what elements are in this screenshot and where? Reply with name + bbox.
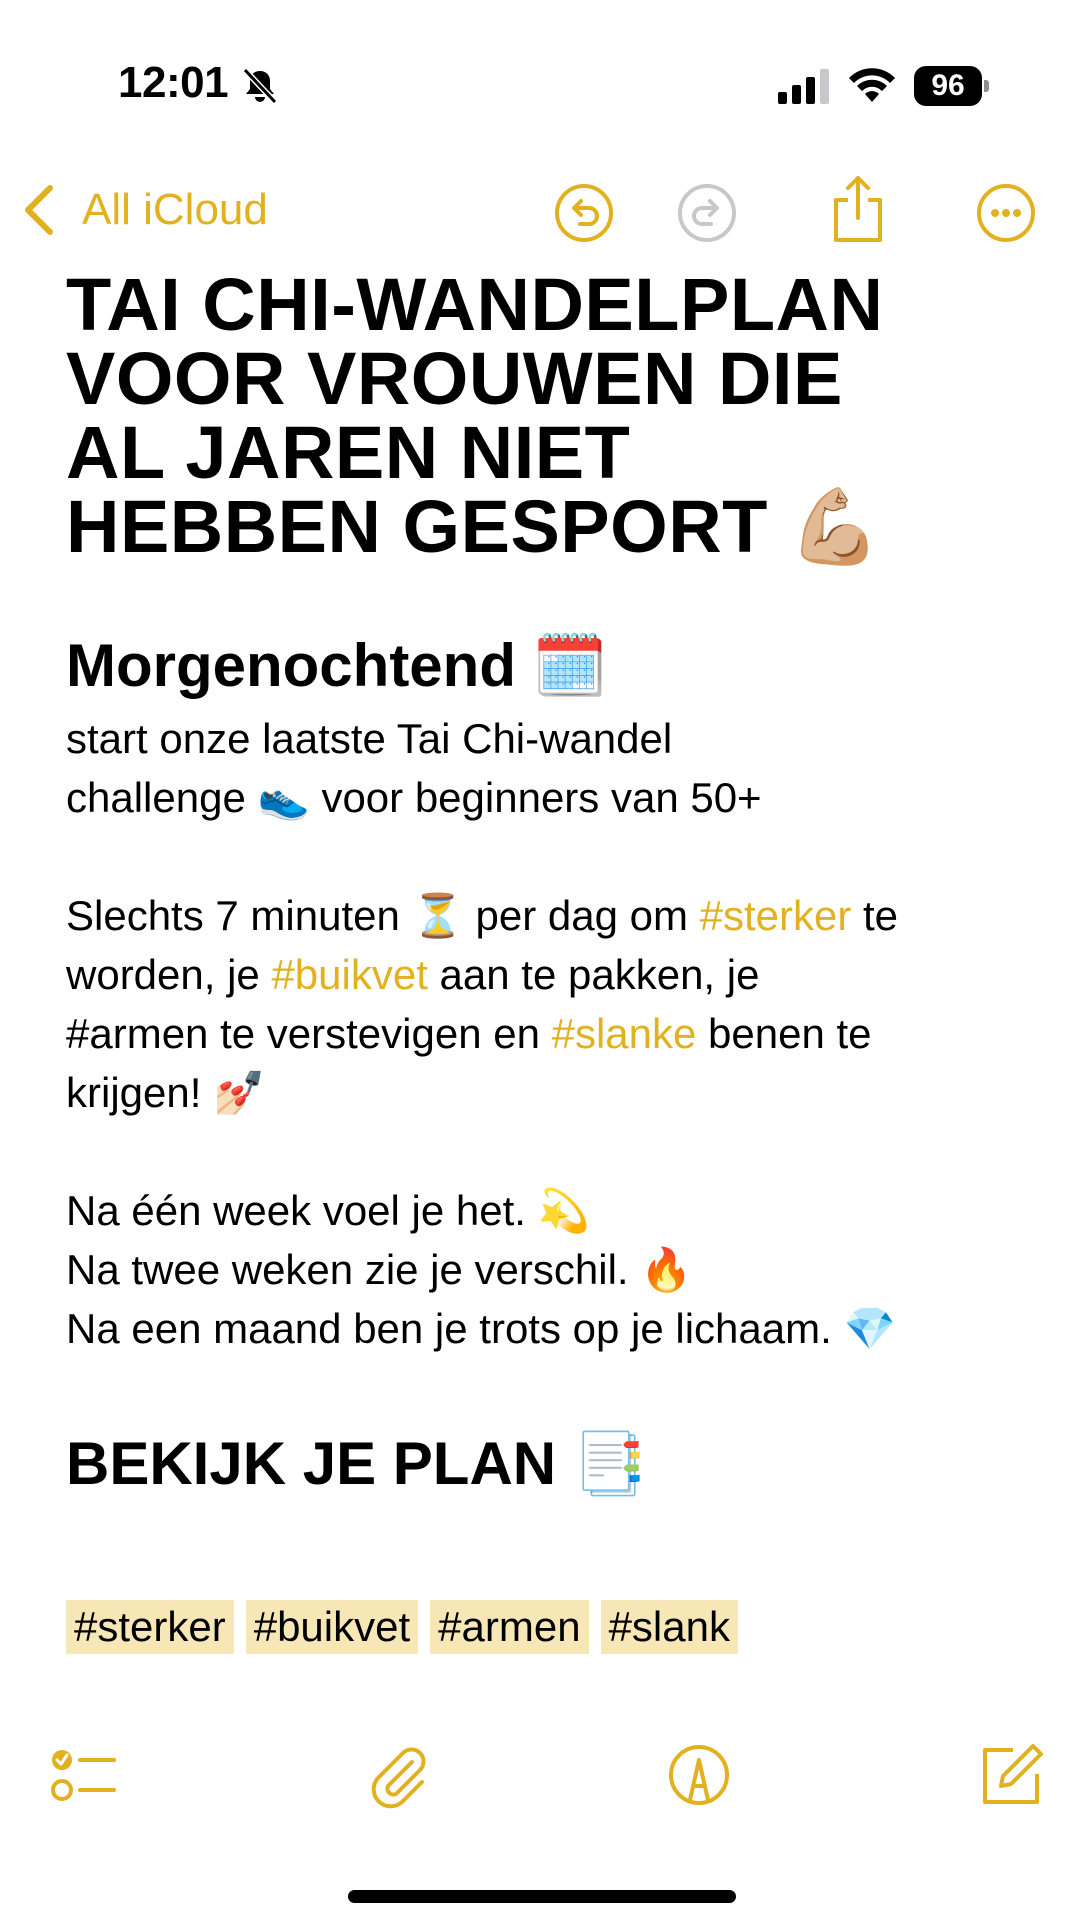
text-line: Na twee weken zie je verschil. 🔥 xyxy=(66,1246,693,1293)
tag-chip[interactable]: #buikvet xyxy=(245,1600,419,1654)
undo-icon[interactable] xyxy=(553,182,615,244)
text-run: worden, je xyxy=(66,951,272,998)
title-line: HEBBEN GESPORT 💪🏼 xyxy=(66,485,882,568)
hashtag-link[interactable]: #sterker xyxy=(700,892,852,939)
back-label: All iCloud xyxy=(82,185,268,234)
redo-icon[interactable] xyxy=(676,182,738,244)
title-line: TAI CHI-WANDELPLAN xyxy=(66,263,884,346)
share-icon[interactable] xyxy=(830,174,886,244)
hashtag-link[interactable]: #slanke xyxy=(552,1010,697,1057)
more-icon[interactable] xyxy=(975,182,1037,244)
heading-bekijk-plan: BEKIJK JE PLAN 📑 xyxy=(66,1430,648,1497)
bell-slash-icon xyxy=(242,67,278,105)
back-button[interactable]: All iCloud xyxy=(22,180,268,240)
text-line: Na één week voel je het. 💫 xyxy=(66,1187,590,1234)
paragraph-details: Slechts 7 minuten ⏳ per dag om #sterker … xyxy=(66,886,1016,1122)
markup-icon[interactable] xyxy=(664,1740,734,1810)
status-time: 12:01 xyxy=(118,58,229,107)
text-line: challenge 👟 voor beginners van 50+ xyxy=(66,774,762,821)
heading-morgenochtend: Morgenochtend 🗓️ xyxy=(66,632,608,699)
text-run: #armen te verstevigen en xyxy=(66,1010,552,1057)
paragraph-intro: start onze laatste Tai Chi-wandel challe… xyxy=(66,709,1016,827)
text-run: benen te xyxy=(696,1010,872,1057)
signal-icon xyxy=(778,69,829,104)
text-run: aan te pakken, je xyxy=(427,951,760,998)
bottom-toolbar xyxy=(0,1740,1080,1820)
compose-icon[interactable] xyxy=(975,1740,1045,1810)
title-line: AL JAREN NIET xyxy=(66,411,631,494)
tags-row: #sterker #buikvet #armen #slank xyxy=(66,1600,738,1654)
chevron-left-icon xyxy=(25,185,53,235)
battery-level: 96 xyxy=(914,66,982,106)
nav-bar: All iCloud xyxy=(0,170,1080,250)
battery-icon: 96 xyxy=(914,66,990,106)
status-bar: 12:01 96 xyxy=(0,0,1080,140)
text-line: start onze laatste Tai Chi-wandel xyxy=(66,715,673,762)
title-line: VOOR VROUWEN DIE xyxy=(66,337,843,420)
paragraph-progress: Na één week voel je het. 💫 Na twee weken… xyxy=(66,1181,1016,1358)
tag-chip[interactable]: #sterker xyxy=(66,1600,234,1654)
battery-cap xyxy=(984,80,989,92)
text-run: te xyxy=(851,892,899,939)
note-content[interactable]: TAI CHI-WANDELPLAN VOOR VROUWEN DIE AL J… xyxy=(66,268,1016,1499)
text-run: Slechts 7 minuten ⏳ per dag om xyxy=(66,892,700,939)
home-indicator[interactable] xyxy=(348,1890,736,1903)
text-line: Na een maand ben je trots op je lichaam.… xyxy=(66,1305,896,1352)
hashtag-link[interactable]: #buikvet xyxy=(271,951,427,998)
tag-chip[interactable]: #armen xyxy=(430,1600,589,1654)
checklist-icon[interactable] xyxy=(48,1740,118,1810)
wifi-icon xyxy=(849,68,895,102)
text-run: krijgen! 💅🏻 xyxy=(66,1069,266,1116)
note-title: TAI CHI-WANDELPLAN VOOR VROUWEN DIE AL J… xyxy=(66,268,1016,564)
attachment-icon[interactable] xyxy=(362,1740,432,1810)
tag-chip[interactable]: #slank xyxy=(600,1600,738,1654)
